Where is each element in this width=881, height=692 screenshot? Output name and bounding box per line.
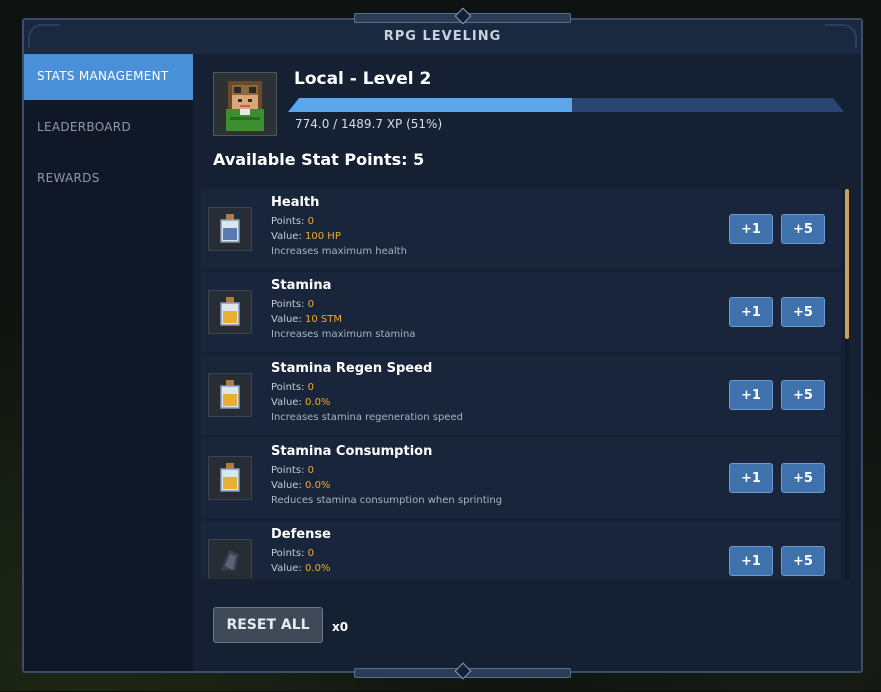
xp-progress-fill: [288, 98, 572, 112]
scrollbar[interactable]: [845, 189, 849, 579]
stat-row-stamina: Stamina Points: 0 Value: 10 STM Increase…: [201, 272, 841, 352]
plus-five-button[interactable]: +5: [781, 546, 825, 576]
stat-points: Points: 0: [271, 382, 314, 393]
stat-name: Stamina: [271, 278, 332, 293]
rpg-leveling-window: RPG LEVELING STATS MANAGEMENT LEADERBOAR…: [22, 7, 863, 680]
stat-points: Points: 0: [271, 299, 314, 310]
available-stat-points: Available Stat Points: 5: [213, 150, 425, 169]
window-title: RPG LEVELING: [24, 20, 861, 55]
stat-row-stamina-regen-speed: Stamina Regen Speed Points: 0 Value: 0.0…: [201, 355, 841, 435]
stat-row-defense: Defense Points: 0 Value: 0.0% +1 +5: [201, 521, 841, 579]
stat-value: Value: 10 STM: [271, 314, 343, 325]
top-ornament: [354, 7, 571, 25]
sidebar: STATS MANAGEMENT LEADERBOARD REWARDS: [24, 54, 193, 671]
stat-description: Reduces stamina consumption when sprinti…: [271, 495, 503, 506]
plus-one-button[interactable]: +1: [729, 546, 773, 576]
sidebar-item-rewards[interactable]: REWARDS: [24, 156, 193, 202]
plus-one-button[interactable]: +1: [729, 214, 773, 244]
stat-value: Value: 0.0%: [271, 563, 331, 574]
avatar: [213, 72, 277, 136]
stat-points: Points: 0: [271, 216, 314, 227]
stat-description: Increases stamina regeneration speed: [271, 412, 463, 423]
xp-progress-bar: [288, 98, 844, 112]
plus-five-button[interactable]: +5: [781, 297, 825, 327]
plus-one-button[interactable]: +1: [729, 297, 773, 327]
stat-name: Health: [271, 195, 320, 210]
main-content: Local - Level 2 774.0 / 1489.7 XP (51%) …: [193, 54, 861, 671]
health-potion-icon: [208, 207, 252, 251]
corner-ornament: [825, 24, 857, 48]
stat-points: Points: 0: [271, 465, 314, 476]
plus-one-button[interactable]: +1: [729, 463, 773, 493]
stamina-potion-icon: [208, 373, 252, 417]
stat-row-stamina-consumption: Stamina Consumption Points: 0 Value: 0.0…: [201, 438, 841, 518]
stat-name: Stamina Consumption: [271, 444, 433, 459]
sidebar-item-stats-management[interactable]: STATS MANAGEMENT: [24, 54, 193, 100]
xp-text: 774.0 / 1489.7 XP (51%): [295, 117, 443, 131]
scrollbar-thumb[interactable]: [845, 189, 849, 339]
stat-description: Increases maximum health: [271, 246, 407, 257]
stat-value: Value: 100 HP: [271, 231, 341, 242]
reset-count: x0: [332, 620, 349, 634]
armor-icon: [208, 539, 252, 579]
stat-value: Value: 0.0%: [271, 397, 331, 408]
player-level-title: Local - Level 2: [294, 69, 432, 89]
plus-one-button[interactable]: +1: [729, 380, 773, 410]
bottom-ornament: [354, 662, 571, 680]
stat-list[interactable]: Health Points: 0 Value: 100 HP Increases…: [201, 189, 841, 579]
plus-five-button[interactable]: +5: [781, 463, 825, 493]
corner-ornament: [28, 24, 60, 48]
sidebar-item-leaderboard[interactable]: LEADERBOARD: [24, 105, 193, 151]
plus-five-button[interactable]: +5: [781, 380, 825, 410]
stat-value: Value: 0.0%: [271, 480, 331, 491]
stat-description: Increases maximum stamina: [271, 329, 416, 340]
reset-all-button[interactable]: RESET ALL: [213, 607, 323, 643]
stamina-potion-icon: [208, 456, 252, 500]
plus-five-button[interactable]: +5: [781, 214, 825, 244]
stat-name: Defense: [271, 527, 331, 542]
stat-name: Stamina Regen Speed: [271, 361, 433, 376]
stamina-potion-icon: [208, 290, 252, 334]
stat-row-health: Health Points: 0 Value: 100 HP Increases…: [201, 189, 841, 269]
stat-points: Points: 0: [271, 548, 314, 559]
